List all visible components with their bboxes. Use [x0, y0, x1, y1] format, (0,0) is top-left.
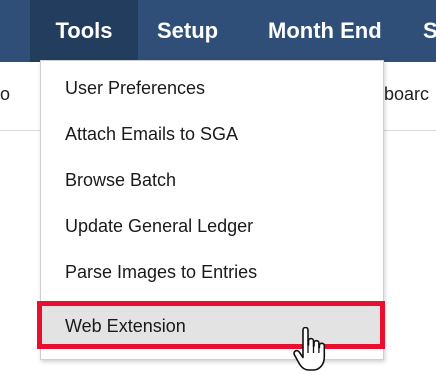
tab-month-end[interactable]: Month End	[268, 0, 382, 62]
menu-item-browse-batch[interactable]: Browse Batch	[41, 157, 383, 203]
top-menu-bar: Tools Setup Month End S	[0, 0, 436, 62]
sub-toolbar-right-text[interactable]: boarc	[384, 84, 429, 105]
tab-tools[interactable]: Tools	[30, 0, 138, 62]
menu-item-user-preferences[interactable]: User Preferences	[41, 65, 383, 111]
tab-setup[interactable]: Setup	[157, 0, 218, 62]
sub-toolbar-left-text: o	[0, 84, 11, 104]
menu-item-attach-emails[interactable]: Attach Emails to SGA	[41, 111, 383, 157]
hand-pointer-icon	[293, 327, 326, 371]
menu-item-update-general-ledger[interactable]: Update General Ledger	[41, 203, 383, 249]
menu-item-web-extension[interactable]: Web Extension	[41, 303, 383, 349]
tab-truncated[interactable]: S	[423, 0, 436, 62]
menu-item-parse-images[interactable]: Parse Images to Entries	[41, 249, 383, 295]
tools-dropdown-menu: User Preferences Attach Emails to SGA Br…	[40, 60, 384, 360]
